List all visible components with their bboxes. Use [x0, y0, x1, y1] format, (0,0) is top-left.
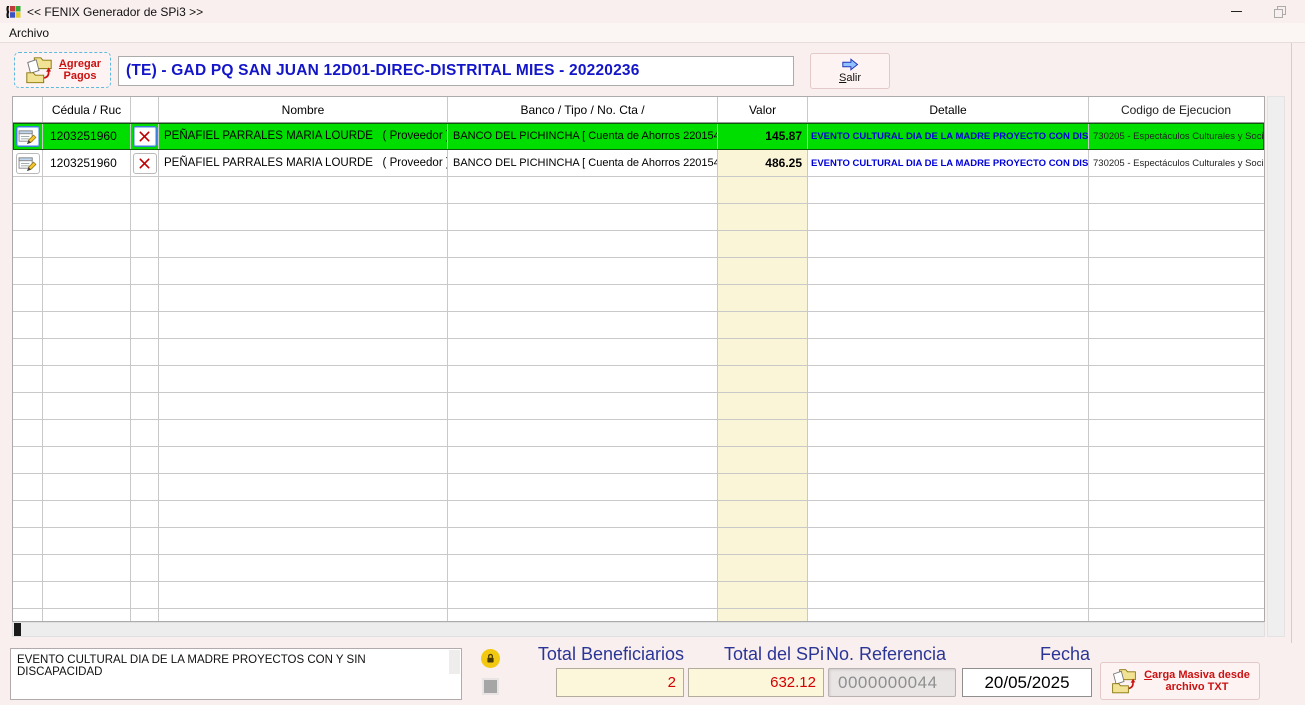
table-empty-row — [13, 528, 1264, 555]
detail-note-textarea[interactable]: EVENTO CULTURAL DIA DE LA MADRE PROYECTO… — [10, 648, 462, 700]
note-scrollbar — [449, 650, 460, 674]
table-empty-row — [13, 447, 1264, 474]
table-empty-row — [13, 393, 1264, 420]
horizontal-scrollbar[interactable] — [12, 622, 1265, 637]
entity-title-box: (TE) - GAD PQ SAN JUAN 12D01-DIREC-DISTR… — [118, 56, 794, 86]
menu-bar: Archivo — [0, 23, 1305, 43]
payments-table: Cédula / Ruc Nombre Banco / Tipo / No. C… — [12, 96, 1265, 622]
maximize-button[interactable] — [1257, 0, 1303, 23]
exit-arrow-icon — [841, 58, 859, 71]
table-header-row: Cédula / Ruc Nombre Banco / Tipo / No. C… — [13, 97, 1264, 123]
table-empty-row — [13, 258, 1264, 285]
delete-row-button[interactable] — [133, 153, 157, 174]
table-empty-row — [13, 420, 1264, 447]
cell-banco: BANCO DEL PICHINCHA [ Cuenta de Ahorros … — [448, 123, 718, 149]
status-indicator-square — [482, 678, 499, 695]
header-delete-col — [131, 97, 159, 122]
app-window: { "window": { "title": "<< FENIX Generad… — [0, 0, 1305, 705]
vertical-scrollbar[interactable] — [1267, 96, 1285, 637]
folders-add-icon — [24, 55, 54, 85]
header-valor: Valor — [718, 97, 808, 122]
table-row[interactable]: 1203251960 PEÑAFIEL PARRALES MARIA LOURD… — [13, 123, 1264, 150]
table-empty-rows — [13, 177, 1264, 622]
total-beneficiarios-field: 2 — [556, 668, 684, 697]
header-detalle: Detalle — [808, 97, 1089, 122]
title-bar: << FENIX Generador de SPi3 >> — [0, 0, 1305, 23]
entity-title: (TE) - GAD PQ SAN JUAN 12D01-DIREC-DISTR… — [126, 62, 640, 80]
menu-archivo[interactable]: Archivo — [0, 24, 58, 42]
header-banco: Banco / Tipo / No. Cta / — [448, 97, 718, 122]
cell-valor: 486.25 — [718, 150, 808, 176]
delete-row-button[interactable] — [133, 126, 157, 147]
restore-icon — [1274, 6, 1286, 18]
table-empty-row — [13, 555, 1264, 582]
table-empty-row — [13, 312, 1264, 339]
agregar-pagos-button[interactable]: Agregar Pagos — [14, 52, 111, 88]
table-empty-row — [13, 609, 1264, 622]
table-empty-row — [13, 177, 1264, 204]
app-window-icon — [5, 4, 21, 20]
edit-row-button[interactable] — [16, 126, 40, 147]
carga-masiva-label-line1: Carga Masiva desde — [1144, 669, 1250, 681]
minimize-button[interactable] — [1213, 0, 1259, 23]
agregar-pagos-label-line2: Pagos — [59, 70, 101, 82]
table-empty-row — [13, 339, 1264, 366]
no-referencia-field: 0000000044 — [828, 668, 956, 697]
no-referencia-label: No. Referencia — [826, 644, 958, 666]
salir-button[interactable]: Salir — [810, 53, 890, 89]
header-codigo: Codigo de Ejecucion — [1089, 97, 1263, 122]
folders-upload-icon — [1110, 667, 1138, 695]
header-edit-col — [13, 97, 43, 122]
window-title: << FENIX Generador de SPi3 >> — [27, 5, 203, 19]
edit-form-icon — [18, 129, 37, 144]
table-empty-row — [13, 366, 1264, 393]
cell-detalle: EVENTO CULTURAL DIA DE LA MADRE PROYECTO… — [808, 150, 1089, 176]
cell-nombre: PEÑAFIEL PARRALES MARIA LOURDE ( Proveed… — [159, 150, 448, 176]
header-nombre: Nombre — [159, 97, 448, 122]
carga-masiva-label-line2: archivo TXT — [1144, 681, 1250, 693]
cell-nombre: PEÑAFIEL PARRALES MARIA LOURDE ( Proveed… — [159, 123, 448, 149]
detail-note-text: EVENTO CULTURAL DIA DE LA MADRE PROYECTO… — [17, 654, 366, 678]
cell-valor: 145.87 — [718, 123, 808, 149]
agregar-pagos-label-line1: Agregar — [59, 58, 101, 70]
horizontal-scrollbar-thumb[interactable] — [14, 623, 21, 636]
cell-banco: BANCO DEL PICHINCHA [ Cuenta de Ahorros … — [448, 150, 718, 176]
table-empty-row — [13, 501, 1264, 528]
edit-row-button[interactable] — [16, 153, 40, 174]
fecha-field[interactable]: 20/05/2025 — [962, 668, 1092, 697]
lock-icon — [481, 649, 500, 668]
salir-label: Salir — [839, 72, 861, 84]
cell-codigo: 730205 - Espectáculos Culturales y Socia… — [1089, 150, 1263, 176]
table-empty-row — [13, 474, 1264, 501]
carga-masiva-button[interactable]: Carga Masiva desde archivo TXT — [1100, 662, 1260, 700]
delete-x-icon — [138, 157, 151, 170]
cell-codigo: 730205 - Espectáculos Culturales y Socia… — [1089, 123, 1263, 149]
fecha-label: Fecha — [962, 644, 1092, 666]
header-cedula: Cédula / Ruc — [43, 97, 131, 122]
table-empty-row — [13, 285, 1264, 312]
cell-detalle: EVENTO CULTURAL DIA DE LA MADRE PROYECTO… — [808, 123, 1089, 149]
total-spi-label: Total del SPi — [688, 644, 824, 666]
table-empty-row — [13, 231, 1264, 258]
window-right-edge — [1291, 43, 1292, 643]
cell-cedula: 1203251960 — [43, 150, 131, 176]
total-spi-field: 632.12 — [688, 668, 824, 697]
edit-form-icon — [18, 156, 37, 171]
table-empty-row — [13, 582, 1264, 609]
table-empty-row — [13, 204, 1264, 231]
total-beneficiarios-label: Total Beneficiarios — [517, 644, 684, 666]
table-row[interactable]: 1203251960 PEÑAFIEL PARRALES MARIA LOURD… — [13, 150, 1264, 177]
cell-cedula: 1203251960 — [43, 123, 131, 149]
delete-x-icon — [138, 130, 151, 143]
